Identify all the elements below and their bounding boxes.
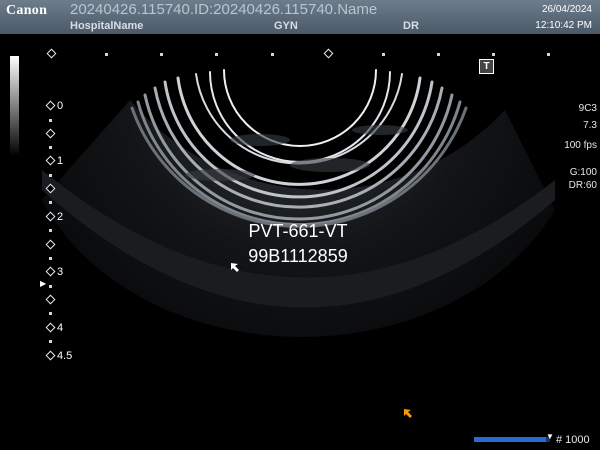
depth-label: 0 [57,100,64,112]
orientation-t-icon: T [479,59,494,74]
frequency-value: 7.3 [583,120,597,131]
exam-preset: GYN [274,20,298,32]
brand-logo: Canon [6,3,48,18]
depth-label: 4 [57,322,64,334]
annotation-line-2[interactable]: 99B1112859 [198,246,398,267]
cine-position-marker[interactable]: ▼ [546,432,554,441]
focus-marker-icon[interactable]: ▶ [40,279,46,288]
depth-label: 2 [57,211,64,223]
hospital-name: HospitalName [70,20,144,32]
depth-label: 3 [57,266,64,278]
patient-id-line: 20240426.115740.ID:20240426.115740.Name [70,1,378,18]
depth-label: 1 [57,155,64,167]
frame-count: # 1000 [556,434,590,446]
exam-date: 26/04/2024 [541,4,592,15]
annotation-line-1[interactable]: PVT-661-VT [198,221,398,242]
dynamic-range-value: DR:60 [568,180,597,191]
probe-footprint [233,70,365,136]
operator-name: DR [403,20,419,32]
cursor-arrow-icon[interactable] [403,408,415,420]
probe-name: 9C3 [578,103,597,114]
header-bar: Canon 20240426.115740.ID:20240426.115740… [0,0,600,34]
gain-value: G:100 [569,167,597,178]
grayscale-bar [10,56,19,156]
frame-rate: 100 fps [564,140,597,151]
depth-label: 4.5 [57,350,73,362]
exam-time: 12:10:42 PM [535,20,592,31]
arrow-pointer-icon[interactable] [230,262,242,274]
cine-progress-bar[interactable] [474,437,546,442]
